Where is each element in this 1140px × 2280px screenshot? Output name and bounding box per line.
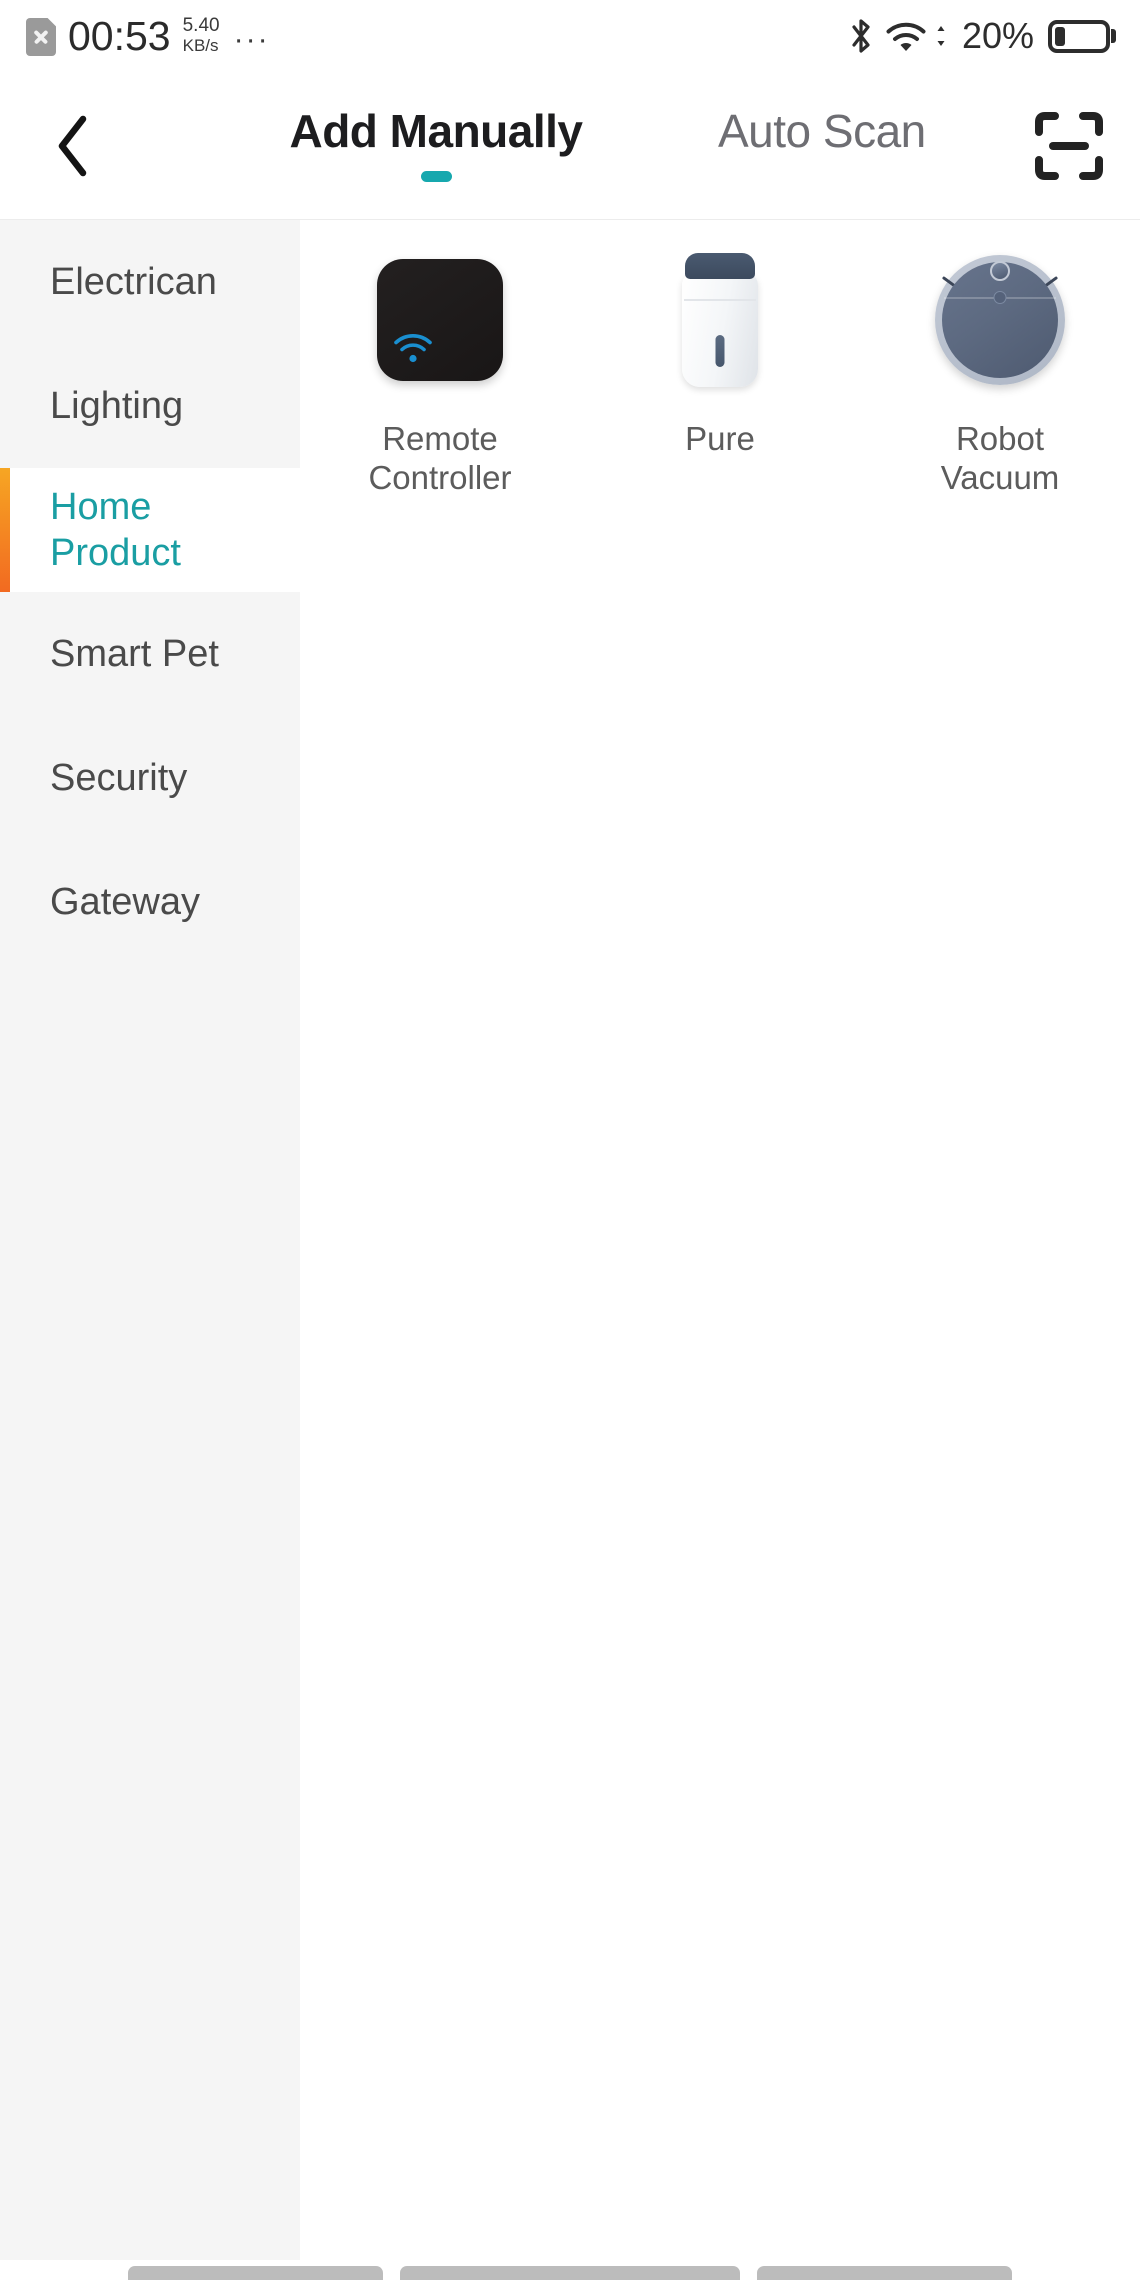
status-bar: 00:53 5.40 KB/s ··· 20% bbox=[0, 0, 1140, 72]
product-name: Pure bbox=[685, 420, 755, 457]
product-name: Remote Controller bbox=[368, 420, 512, 496]
category-sidebar: Electrican Lighting Home Product Smart P… bbox=[0, 220, 300, 2260]
sidebar-item-label: Lighting bbox=[50, 385, 184, 427]
product-art bbox=[682, 245, 758, 395]
sidebar-item-label: Gateway bbox=[50, 881, 200, 923]
tab-auto-scan-label: Auto Scan bbox=[718, 105, 926, 157]
product-art bbox=[935, 245, 1065, 395]
status-overflow-icon: ··· bbox=[233, 23, 270, 56]
sidebar-item-security[interactable]: Security bbox=[0, 716, 300, 840]
product-grid: Remote Controller Pure Robot Vacuum bbox=[300, 245, 1140, 497]
chevron-left-icon bbox=[58, 115, 87, 176]
product-tile-pure[interactable]: Pure bbox=[580, 245, 860, 497]
sidebar-item-label: Electrican bbox=[50, 261, 217, 303]
battery-percent-label: 20% bbox=[961, 15, 1034, 56]
scan-frame-icon bbox=[1035, 111, 1103, 180]
sidebar-item-smart-pet[interactable]: Smart Pet bbox=[0, 592, 300, 716]
nav-back-segment[interactable] bbox=[128, 2266, 383, 2280]
bluetooth-icon bbox=[852, 19, 870, 53]
wifi-icon bbox=[886, 22, 926, 51]
wifi-signal-icon bbox=[394, 334, 432, 363]
sidebar-item-label: Security bbox=[50, 757, 188, 799]
active-accent-bar bbox=[0, 468, 10, 592]
tab-add-manually-label: Add Manually bbox=[289, 105, 583, 157]
back-button[interactable] bbox=[38, 111, 108, 181]
robot-vacuum-icon bbox=[935, 255, 1065, 385]
product-art bbox=[377, 245, 503, 395]
battery-icon bbox=[1048, 19, 1110, 53]
network-speed-value: 5.40 bbox=[182, 15, 220, 36]
sidebar-item-electrican[interactable]: Electrican bbox=[0, 220, 300, 344]
tab-active-indicator bbox=[420, 171, 452, 182]
remote-controller-icon bbox=[377, 259, 503, 381]
sim-card-disabled-icon bbox=[26, 18, 56, 56]
sidebar-item-label: Home Product bbox=[50, 486, 181, 574]
page-body: Electrican Lighting Home Product Smart P… bbox=[0, 220, 1140, 2280]
tab-auto-scan[interactable]: Auto Scan bbox=[718, 104, 926, 158]
nav-home-segment[interactable] bbox=[400, 2266, 740, 2280]
product-tile-robot-vacuum[interactable]: Robot Vacuum bbox=[860, 245, 1140, 497]
status-bar-right: 20% bbox=[850, 15, 1110, 57]
network-speed-unit: KB/s bbox=[182, 36, 219, 55]
scan-button[interactable] bbox=[1026, 103, 1112, 189]
tab-add-manually[interactable]: Add Manually bbox=[278, 104, 594, 182]
sidebar-item-home-product[interactable]: Home Product bbox=[0, 468, 300, 592]
sidebar-item-lighting[interactable]: Lighting bbox=[0, 344, 300, 468]
network-speed: 5.40 KB/s bbox=[182, 15, 220, 56]
wifi-transfer-arrows-icon bbox=[937, 26, 945, 46]
status-clock: 00:53 bbox=[68, 13, 171, 59]
air-purifier-icon bbox=[682, 253, 758, 387]
sidebar-item-gateway[interactable]: Gateway bbox=[0, 840, 300, 964]
product-tile-remote-controller[interactable]: Remote Controller bbox=[300, 245, 580, 497]
nav-recents-segment[interactable] bbox=[757, 2266, 1012, 2280]
status-bar-left: 00:53 5.40 KB/s ··· bbox=[26, 14, 270, 58]
app-header: Add Manually Auto Scan bbox=[0, 72, 1140, 220]
sidebar-item-label: Smart Pet bbox=[50, 633, 219, 675]
product-name: Robot Vacuum bbox=[940, 420, 1060, 496]
product-grid-panel: Remote Controller Pure Robot Vacuum bbox=[300, 220, 1140, 2260]
system-navigation-bar bbox=[0, 2256, 1140, 2280]
